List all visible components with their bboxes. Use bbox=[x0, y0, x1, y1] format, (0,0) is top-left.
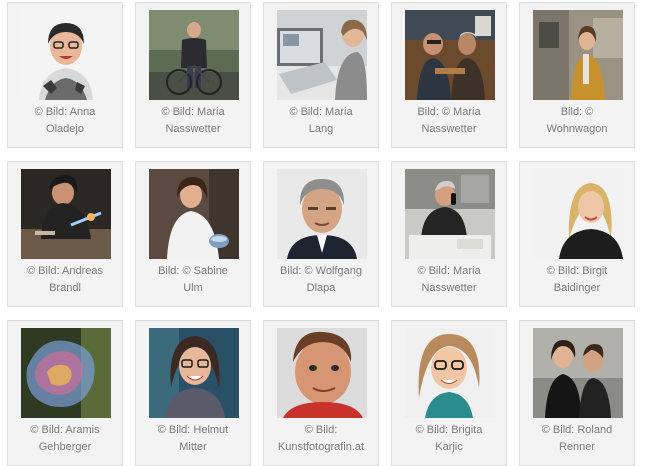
gallery-photo[interactable] bbox=[277, 328, 367, 418]
gallery-card: © Bild: Maria Nasswetter bbox=[391, 161, 507, 307]
gallery-photo[interactable] bbox=[277, 10, 367, 100]
photo-credit-line-1: © Bild: Aramis bbox=[30, 424, 100, 436]
photo-credit-line-2: Mitter bbox=[179, 441, 207, 453]
portrait-photo-image bbox=[21, 10, 111, 100]
photo-credit-line-2: Nasswetter bbox=[421, 123, 477, 135]
gallery-photo[interactable] bbox=[405, 328, 495, 418]
gallery-photo[interactable] bbox=[21, 10, 111, 100]
photo-credit-line-2: Brandl bbox=[49, 282, 81, 294]
gallery-card: Bild: © Sabine Ulm bbox=[135, 161, 251, 307]
photo-credit-line-1: Bild: © Sabine bbox=[158, 265, 228, 277]
photo-credit-line-1: Bild: © Wolfgang bbox=[280, 265, 362, 277]
man-closeup-photo-image bbox=[277, 328, 367, 418]
photo-credit-line-2: Nasswetter bbox=[421, 282, 477, 294]
workshop-photo-image bbox=[405, 10, 495, 100]
gallery-photo[interactable] bbox=[277, 169, 367, 259]
photo-credit-line-2: Baidinger bbox=[553, 282, 601, 294]
photo-credit-line-1: © Bild: Helmut bbox=[157, 424, 229, 436]
photo-credit-line-2: Renner bbox=[558, 441, 596, 453]
blonde-woman-photo-image bbox=[533, 169, 623, 259]
photo-credit: Bild: © Maria Nasswetter bbox=[396, 104, 502, 138]
photo-credit-line-1: Bild: © bbox=[560, 106, 594, 118]
photo-credit-line-1: Bild: © Maria bbox=[417, 106, 481, 118]
bicycle-photo-image bbox=[149, 10, 239, 100]
gallery-photo[interactable] bbox=[533, 10, 623, 100]
gallery-card: © Bild: Roland Renner bbox=[519, 320, 635, 466]
gallery-photo[interactable] bbox=[149, 10, 239, 100]
photo-credit-line-1: © Bild: Brigita bbox=[415, 424, 483, 436]
photo-credit: Bild: © Wohnwagon bbox=[524, 104, 630, 138]
gallery-card: © Bild: Helmut Mitter bbox=[135, 320, 251, 466]
gallery-photo[interactable] bbox=[405, 10, 495, 100]
phone-desk-photo-image bbox=[405, 169, 495, 259]
photo-credit-line-2: Kunstfotografin.at bbox=[277, 441, 365, 453]
gallery-photo[interactable] bbox=[21, 169, 111, 259]
gallery-card: Bild: © Wohnwagon bbox=[519, 2, 635, 148]
photo-credit-line-1: © Bild: Maria bbox=[417, 265, 481, 277]
photo-credit: © Bild: Maria Nasswetter bbox=[396, 263, 502, 297]
photo-credit-line-2: Gehberger bbox=[38, 441, 92, 453]
gallery-photo[interactable] bbox=[21, 328, 111, 418]
photo-credit: © Bild: Aramis Gehberger bbox=[12, 422, 118, 456]
photo-credit: Bild: © Wolfgang Dlapa bbox=[268, 263, 374, 297]
photo-credit: © Bild: Birgit Baidinger bbox=[524, 263, 630, 297]
gallery-card: © Bild: Birgit Baidinger bbox=[519, 161, 635, 307]
photo-credit: © Bild: Anna Oladejo bbox=[12, 104, 118, 138]
photo-credit-line-2: Wohnwagon bbox=[546, 123, 608, 135]
soap-bubble-photo-image bbox=[21, 328, 111, 418]
photo-credit: © Bild: Brigita Karjic bbox=[396, 422, 502, 456]
gallery-card: © Bild: Brigita Karjic bbox=[391, 320, 507, 466]
gallery-photo[interactable] bbox=[405, 169, 495, 259]
photo-credit: © Bild: Maria Lang bbox=[268, 104, 374, 138]
glassblowing-photo-image bbox=[21, 169, 111, 259]
gallery-photo[interactable] bbox=[533, 328, 623, 418]
photo-credit-line-1: © Bild: Andreas bbox=[27, 265, 103, 277]
photo-credit-line-1: © Bild: Roland bbox=[541, 424, 613, 436]
photo-credit-line-1: © Bild: Anna bbox=[34, 106, 96, 118]
gallery-card: Bild: © Maria Nasswetter bbox=[391, 2, 507, 148]
photo-credit-line-2: Oladejo bbox=[46, 123, 84, 135]
gallery-card: © Bild: Aramis Gehberger bbox=[7, 320, 123, 466]
man-portrait-photo-image bbox=[277, 169, 367, 259]
photo-credit: © Bild: Kunstfotografin.at bbox=[268, 422, 374, 456]
gallery-card: © Bild: Maria Nasswetter bbox=[135, 2, 251, 148]
gallery-card: © Bild: Anna Oladejo bbox=[7, 2, 123, 148]
computer-photo-image bbox=[277, 10, 367, 100]
photo-credit: © Bild: Maria Nasswetter bbox=[140, 104, 246, 138]
photo-credit-line-1: © Bild: Maria bbox=[289, 106, 353, 118]
photo-credit-line-2: Lang bbox=[308, 123, 334, 135]
photo-credit: © Bild: Helmut Mitter bbox=[140, 422, 246, 456]
photo-credit-line-1: © Bild: Maria bbox=[161, 106, 225, 118]
photo-credit-line-2: Karjic bbox=[435, 441, 463, 453]
woman-bowl-photo-image bbox=[149, 169, 239, 259]
gallery-card: © Bild: Kunstfotografin.at bbox=[263, 320, 379, 466]
photo-credit-line-2: Dlapa bbox=[306, 282, 336, 294]
couple-photo-image bbox=[533, 328, 623, 418]
house-photo-image bbox=[533, 10, 623, 100]
gallery-photo[interactable] bbox=[149, 169, 239, 259]
laughing-woman-photo-image bbox=[149, 328, 239, 418]
photo-credit-line-1: © Bild: Birgit bbox=[546, 265, 608, 277]
photo-credit-line-1: © Bild: bbox=[304, 424, 338, 436]
photo-credit-line-2: Nasswetter bbox=[165, 123, 221, 135]
photo-credit: © Bild: Roland Renner bbox=[524, 422, 630, 456]
gallery-photo[interactable] bbox=[533, 169, 623, 259]
gallery-card: © Bild: Andreas Brandl bbox=[7, 161, 123, 307]
photo-credit: © Bild: Andreas Brandl bbox=[12, 263, 118, 297]
woman-glasses-photo-image bbox=[405, 328, 495, 418]
gallery-card: © Bild: Maria Lang bbox=[263, 2, 379, 148]
photo-credit-line-2: Ulm bbox=[183, 282, 203, 294]
gallery-photo[interactable] bbox=[149, 328, 239, 418]
gallery-card: Bild: © Wolfgang Dlapa bbox=[263, 161, 379, 307]
photo-credit: Bild: © Sabine Ulm bbox=[140, 263, 246, 297]
